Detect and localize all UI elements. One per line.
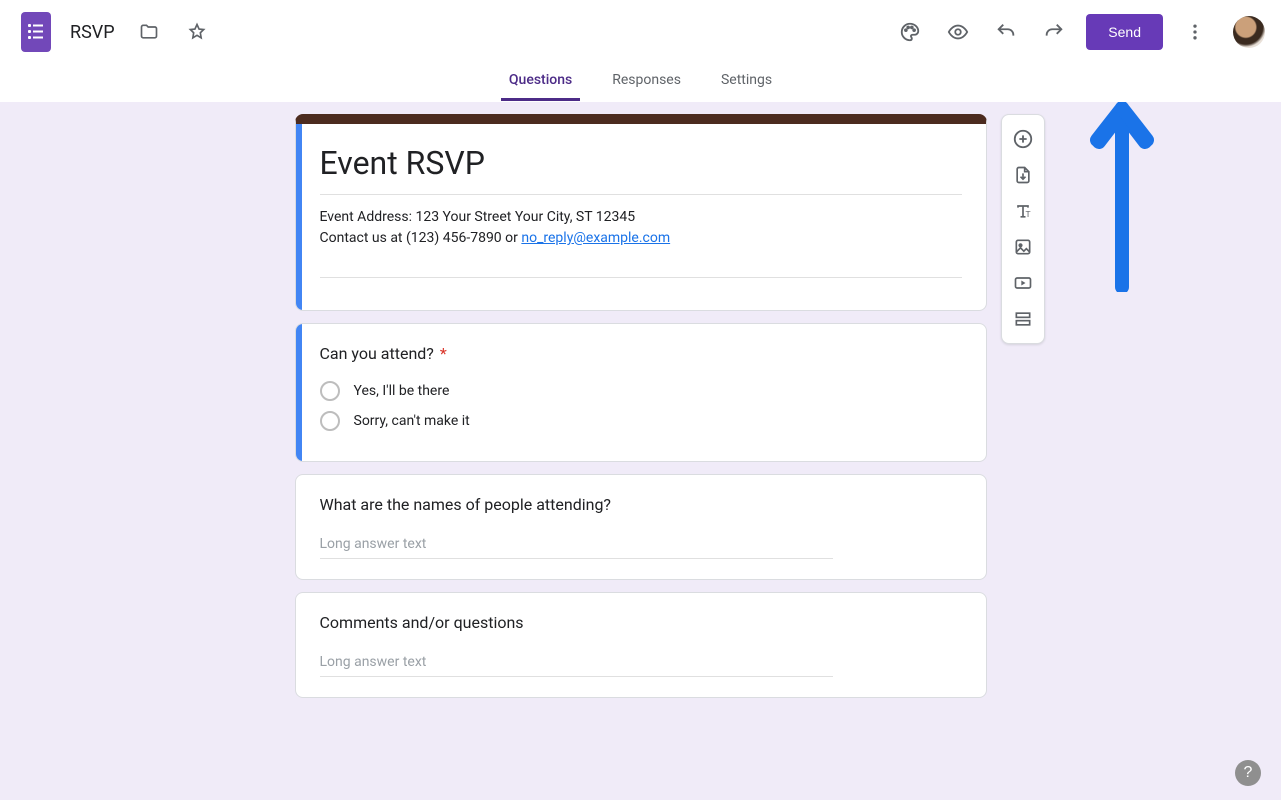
required-marker: *	[440, 344, 447, 363]
tabbar: Questions Responses Settings	[0, 64, 1281, 102]
document-title[interactable]: RSVP	[64, 20, 121, 45]
long-answer-placeholder: Long answer text	[320, 532, 834, 559]
desc-email-link[interactable]: no_reply@example.com	[521, 230, 670, 246]
question-card-names[interactable]: What are the names of people attending? …	[295, 474, 987, 580]
desc-contact-prefix: Contact us at (123) 456-7890 or	[320, 230, 522, 246]
help-icon: ?	[1244, 764, 1253, 782]
question-title[interactable]: Comments and/or questions	[320, 613, 962, 632]
image-icon	[1013, 237, 1033, 257]
question-title[interactable]: What are the names of people attending?	[320, 495, 962, 514]
move-to-folder-button[interactable]	[129, 12, 169, 52]
desc-line1: Event Address: 123 Your Street Your City…	[320, 209, 636, 225]
form-column: Event RSVP Event Address: 123 Your Stree…	[295, 114, 987, 738]
arrow-up-icon	[1087, 102, 1157, 292]
customize-theme-button[interactable]	[890, 12, 930, 52]
divider	[320, 194, 962, 195]
form-description[interactable]: Event Address: 123 Your Street Your City…	[320, 207, 962, 249]
star-icon	[187, 22, 207, 42]
app-header: RSVP Send	[0, 0, 1281, 64]
form-title[interactable]: Event RSVP	[320, 144, 962, 182]
question-card-attend[interactable]: Can you attend? * Yes, I'll be there Sor…	[295, 323, 987, 462]
add-section-button[interactable]	[1005, 301, 1041, 337]
more-menu-button[interactable]	[1175, 12, 1215, 52]
radio-option[interactable]: Sorry, can't make it	[320, 411, 962, 431]
question-title-text: Can you attend?	[320, 344, 434, 363]
more-vertical-icon	[1185, 22, 1205, 42]
undo-icon	[995, 21, 1017, 43]
annotation-arrow	[1087, 102, 1157, 292]
form-icon	[28, 22, 44, 42]
add-title-button[interactable]: T	[1005, 193, 1041, 229]
preview-button[interactable]	[938, 12, 978, 52]
eye-icon	[947, 21, 969, 43]
account-avatar[interactable]	[1233, 16, 1265, 48]
option-label: Sorry, can't make it	[354, 413, 470, 429]
tab-responses[interactable]: Responses	[604, 64, 689, 101]
question-card-comments[interactable]: Comments and/or questions Long answer te…	[295, 592, 987, 698]
folder-icon	[139, 22, 159, 42]
question-toolbar: T	[1001, 114, 1045, 344]
text-icon: T	[1013, 201, 1033, 221]
redo-icon	[1043, 21, 1065, 43]
workspace: Event RSVP Event Address: 123 Your Stree…	[0, 102, 1281, 798]
radio-icon	[320, 411, 340, 431]
send-button[interactable]: Send	[1086, 14, 1163, 50]
question-title[interactable]: Can you attend? *	[320, 344, 962, 363]
form-header-card[interactable]: Event RSVP Event Address: 123 Your Stree…	[295, 114, 987, 311]
forms-logo[interactable]	[16, 12, 56, 52]
divider	[320, 277, 962, 278]
add-question-button[interactable]	[1005, 121, 1041, 157]
radio-option[interactable]: Yes, I'll be there	[320, 381, 962, 401]
import-questions-button[interactable]	[1005, 157, 1041, 193]
radio-icon	[320, 381, 340, 401]
file-import-icon	[1013, 165, 1033, 185]
plus-circle-icon	[1012, 128, 1034, 150]
long-answer-placeholder: Long answer text	[320, 650, 834, 677]
svg-text:T: T	[1025, 209, 1030, 219]
tab-settings[interactable]: Settings	[713, 64, 780, 101]
video-icon	[1013, 273, 1033, 293]
star-button[interactable]	[177, 12, 217, 52]
undo-button[interactable]	[986, 12, 1026, 52]
section-icon	[1013, 309, 1033, 329]
add-video-button[interactable]	[1005, 265, 1041, 301]
help-button[interactable]: ?	[1235, 760, 1261, 786]
redo-button[interactable]	[1034, 12, 1074, 52]
option-label: Yes, I'll be there	[354, 383, 450, 399]
palette-icon	[899, 21, 921, 43]
tab-questions[interactable]: Questions	[501, 64, 580, 101]
add-image-button[interactable]	[1005, 229, 1041, 265]
